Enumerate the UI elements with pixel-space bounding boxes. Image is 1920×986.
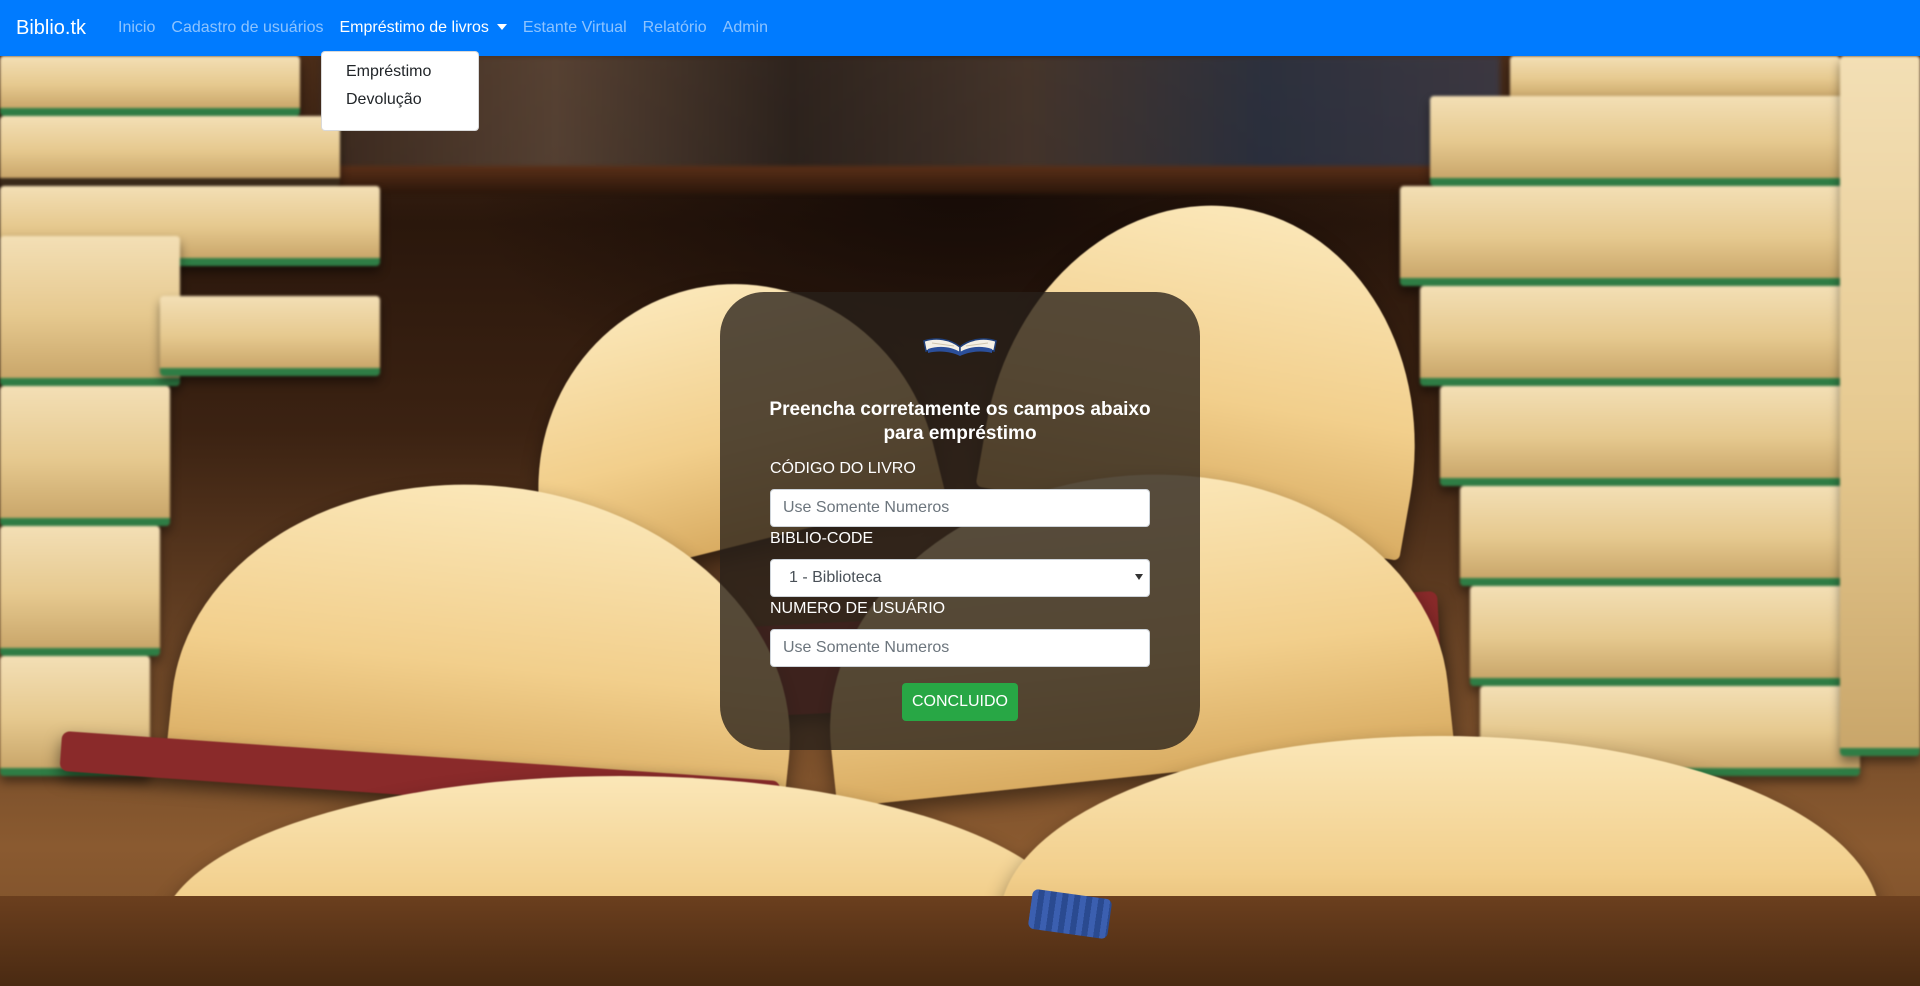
dropdown-item-devolucao[interactable]: Devolução xyxy=(322,86,478,114)
biblio-code-selected-value: 1 - Biblioteca xyxy=(789,569,882,586)
user-number-label: NUMERO DE USUÁRIO xyxy=(770,600,946,617)
nav-item-emprestimo-livros[interactable]: Empréstimo de livros xyxy=(331,19,514,37)
nav-item-admin[interactable]: Admin xyxy=(715,19,776,37)
dropdown-item-emprestimo[interactable]: Empréstimo xyxy=(322,58,478,86)
nav-item-relatorio[interactable]: Relatório xyxy=(635,19,715,37)
brand-link[interactable]: Biblio.tk xyxy=(16,17,86,40)
open-book-icon xyxy=(923,338,997,356)
background-shelf-books xyxy=(320,56,1500,176)
form-title-line1: Preencha corretamente os campos abaixo xyxy=(769,399,1151,420)
nav-item-estante-virtual[interactable]: Estante Virtual xyxy=(515,19,635,37)
select-arrow-icon xyxy=(1135,574,1143,580)
background-shelf-board xyxy=(300,166,1500,194)
form-title-line2: para empréstimo xyxy=(883,423,1037,444)
biblio-code-label: BIBLIO-CODE xyxy=(770,530,874,547)
book-code-input[interactable] xyxy=(770,489,1150,527)
nav-item-cadastro-usuarios[interactable]: Cadastro de usuários xyxy=(163,19,331,37)
nav-item-emprestimo-label: Empréstimo de livros xyxy=(339,19,489,36)
biblio-code-select[interactable]: 1 - Biblioteca xyxy=(770,559,1150,597)
concluido-button[interactable]: CONCLUIDO xyxy=(902,683,1018,721)
background-table xyxy=(0,896,1920,986)
nav-item-inicio[interactable]: Inicio xyxy=(110,19,163,37)
top-navbar: Biblio.tk Inicio Cadastro de usuários Em… xyxy=(0,0,1920,56)
book-code-label: CÓDIGO DO LIVRO xyxy=(770,460,916,477)
emprestimo-dropdown-menu: Empréstimo Devolução xyxy=(321,51,479,131)
user-number-input[interactable] xyxy=(770,629,1150,667)
caret-down-icon xyxy=(496,24,507,30)
form-title: Preencha corretamente os campos abaixo p… xyxy=(760,398,1160,446)
